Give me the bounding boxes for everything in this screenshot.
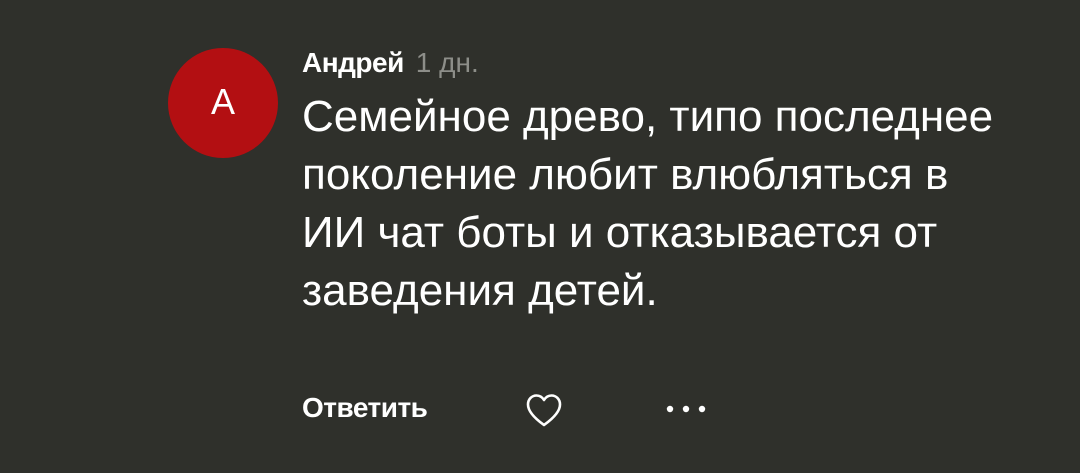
heart-outline-icon [526, 394, 562, 427]
more-horizontal-icon [666, 405, 706, 413]
avatar-initial: А [210, 81, 235, 122]
reply-button[interactable]: Ответить [302, 392, 428, 424]
comment-time: 1 дн. [415, 47, 479, 78]
avatar[interactable]: А [168, 48, 278, 158]
like-button[interactable] [524, 391, 564, 429]
comment-item: А Андрей 1 дн. Семейное древо, типо посл… [0, 0, 1080, 473]
comment-actions: Ответить [302, 388, 722, 432]
comment-text: Семейное древо, типо последнее поколение… [302, 92, 994, 315]
comment-header: Андрей 1 дн. [302, 47, 479, 83]
author-name[interactable]: Андрей [302, 47, 404, 79]
more-options-button[interactable] [664, 402, 708, 414]
